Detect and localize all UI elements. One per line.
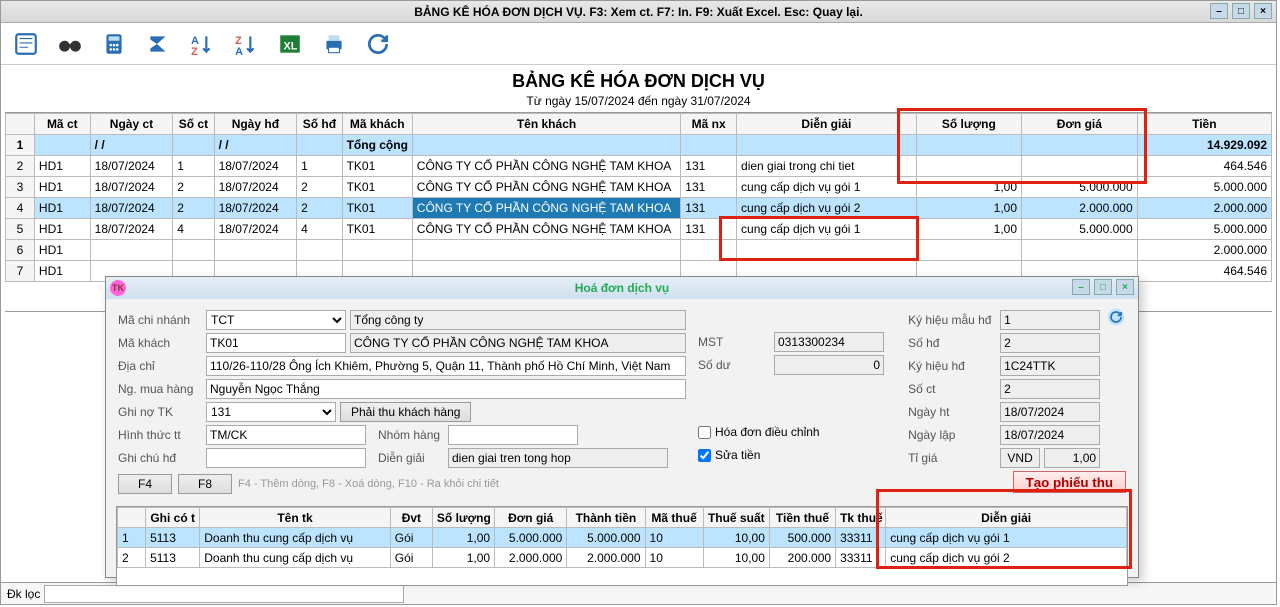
report-title: BẢNG KÊ HÓA ĐƠN DỊCH VỤ: [1, 71, 1276, 92]
svg-text:Z: Z: [191, 45, 198, 56]
filter-input[interactable]: [44, 585, 404, 603]
label-ngay-lap: Ngày lập: [908, 428, 1000, 442]
adjust-checkbox-label[interactable]: Hóa đơn điều chỉnh: [698, 425, 820, 439]
grid-header-row: Mã ct Ngày ct Số ct Ngày hđ Số hđ Mã khá…: [6, 114, 1272, 135]
shortcut-hint: F4 - Thêm dòng, F8 - Xoá dòng, F10 - Ra …: [238, 478, 499, 490]
sort-asc-icon[interactable]: AZ: [187, 29, 217, 59]
rate-field: [1044, 448, 1100, 468]
label-ti-gia: Tỉ giá: [908, 451, 1000, 465]
label-mst: MST: [698, 335, 774, 349]
refresh-icon[interactable]: [363, 29, 393, 59]
edit-money-checkbox-label[interactable]: Sửa tiền: [698, 448, 760, 462]
currency-field: [1000, 448, 1040, 468]
table-row[interactable]: 5HD118/07/2024418/07/20244TK01CÔNG TY CỔ…: [6, 219, 1272, 240]
label-dia-chi: Địa chỉ: [118, 359, 206, 373]
customer-code-field[interactable]: [206, 333, 346, 353]
sigma-icon[interactable]: [143, 29, 173, 59]
table-row[interactable]: 4HD118/07/2024218/07/20242TK01CÔNG TY CỔ…: [6, 198, 1272, 219]
table-row[interactable]: 6HD12.000.000: [6, 240, 1272, 261]
accounting-date-field: [1000, 402, 1100, 422]
excel-icon[interactable]: XL: [275, 29, 305, 59]
branch-select[interactable]: TCT: [206, 310, 346, 330]
debit-account-select[interactable]: 131: [206, 402, 336, 422]
create-receipt-button[interactable]: Tạo phiếu thu: [1013, 471, 1126, 493]
binoculars-icon[interactable]: [55, 29, 85, 59]
minimize-button[interactable]: –: [1210, 3, 1228, 19]
label-so-ct: Số ct: [908, 382, 1000, 396]
template-code-field: [1000, 310, 1100, 330]
invoice-no-field: [1000, 333, 1100, 353]
close-button[interactable]: ×: [1254, 3, 1272, 19]
label-ky-hieu-mau: Ký hiệu mẫu hđ: [908, 313, 1000, 327]
print-icon[interactable]: [319, 29, 349, 59]
doc-no-field: [1000, 379, 1100, 399]
f4-button[interactable]: F4: [118, 474, 172, 494]
adjust-checkbox[interactable]: [698, 426, 711, 439]
balance-field: [774, 355, 884, 375]
label-dien-giai: Diễn giải: [378, 451, 448, 465]
label-ngay-ht: Ngày ht: [908, 405, 1000, 419]
svg-text:A: A: [235, 45, 243, 56]
sort-desc-icon[interactable]: ZA: [231, 29, 261, 59]
detail-row[interactable]: 15113Doanh thu cung cấp dịch vụGói1,005.…: [118, 528, 1127, 548]
dialog-minimize-button[interactable]: –: [1072, 279, 1090, 295]
description-field: [448, 448, 668, 468]
edit-money-checkbox[interactable]: [698, 449, 711, 462]
label-ng-mua-hang: Ng. mua hàng: [118, 382, 206, 396]
window-title: BẢNG KÊ HÓA ĐƠN DỊCH VỤ. F3: Xem ct. F7:…: [414, 5, 863, 19]
label-so-du: Số dư: [698, 358, 774, 372]
title-bar: BẢNG KÊ HÓA ĐƠN DỊCH VỤ. F3: Xem ct. F7:…: [1, 1, 1276, 23]
table-row[interactable]: 3HD118/07/2024218/07/20242TK01CÔNG TY CỔ…: [6, 177, 1272, 198]
dlg-grid-header: Ghi có t Tên tk Đvt Số lượng Đơn giá Thà…: [118, 508, 1127, 528]
calculator-icon[interactable]: [99, 29, 129, 59]
total-row[interactable]: 1/ // /Tổng cộng14.929.092: [6, 135, 1272, 156]
payment-method-field[interactable]: [206, 425, 366, 445]
dialog-title-bar: TK Hoá đơn dịch vụ – □ ×: [106, 277, 1138, 299]
receivable-button[interactable]: Phải thu khách hàng: [340, 402, 471, 422]
label-ky-hieu-hd: Ký hiệu hđ: [908, 359, 1000, 373]
label-so-hd: Số hđ: [908, 336, 1000, 350]
create-date-field: [1000, 425, 1100, 445]
label-ma-chi-nhanh: Mã chi nhánh: [118, 313, 206, 327]
label-ghi-chu-hd: Ghi chú hđ: [118, 451, 206, 465]
filter-label: Đk lọc: [7, 587, 40, 601]
label-ma-khach: Mã khách: [118, 336, 206, 350]
svg-text:XL: XL: [284, 40, 298, 52]
maximize-button[interactable]: □: [1232, 3, 1250, 19]
tax-code-field: [774, 332, 884, 352]
date-range: Từ ngày 15/07/2024 đến ngày 31/07/2024: [1, 94, 1276, 108]
invoice-note-field[interactable]: [206, 448, 366, 468]
branch-name-field: [350, 310, 686, 330]
table-row[interactable]: 2HD118/07/2024118/07/20241TK01CÔNG TY CỔ…: [6, 156, 1272, 177]
dialog-detail-grid[interactable]: Ghi có t Tên tk Đvt Số lượng Đơn giá Thà…: [116, 506, 1128, 586]
address-field[interactable]: [206, 356, 686, 376]
toolbar: AZ ZA XL: [1, 23, 1276, 65]
label-nhom-hang: Nhóm hàng: [378, 428, 448, 442]
buyer-field[interactable]: [206, 379, 686, 399]
label-hinh-thuc-tt: Hình thức tt: [118, 428, 206, 442]
app-icon: TK: [110, 280, 126, 296]
label-ghi-no-tk: Ghi nợ TK: [118, 405, 206, 419]
dialog-title: Hoá đơn dịch vụ: [575, 281, 670, 295]
dialog-maximize-button[interactable]: □: [1094, 279, 1112, 295]
notepad-icon[interactable]: [11, 29, 41, 59]
invoice-serial-field: [1000, 356, 1100, 376]
invoice-dialog: TK Hoá đơn dịch vụ – □ × Mã chi nhánh TC…: [105, 276, 1139, 578]
dialog-refresh-icon[interactable]: [1106, 307, 1126, 327]
f8-button[interactable]: F8: [178, 474, 232, 494]
product-group-field[interactable]: [448, 425, 578, 445]
dialog-close-button[interactable]: ×: [1116, 279, 1134, 295]
detail-row[interactable]: 25113Doanh thu cung cấp dịch vụGói1,002.…: [118, 548, 1127, 568]
customer-name-field: [350, 333, 686, 353]
